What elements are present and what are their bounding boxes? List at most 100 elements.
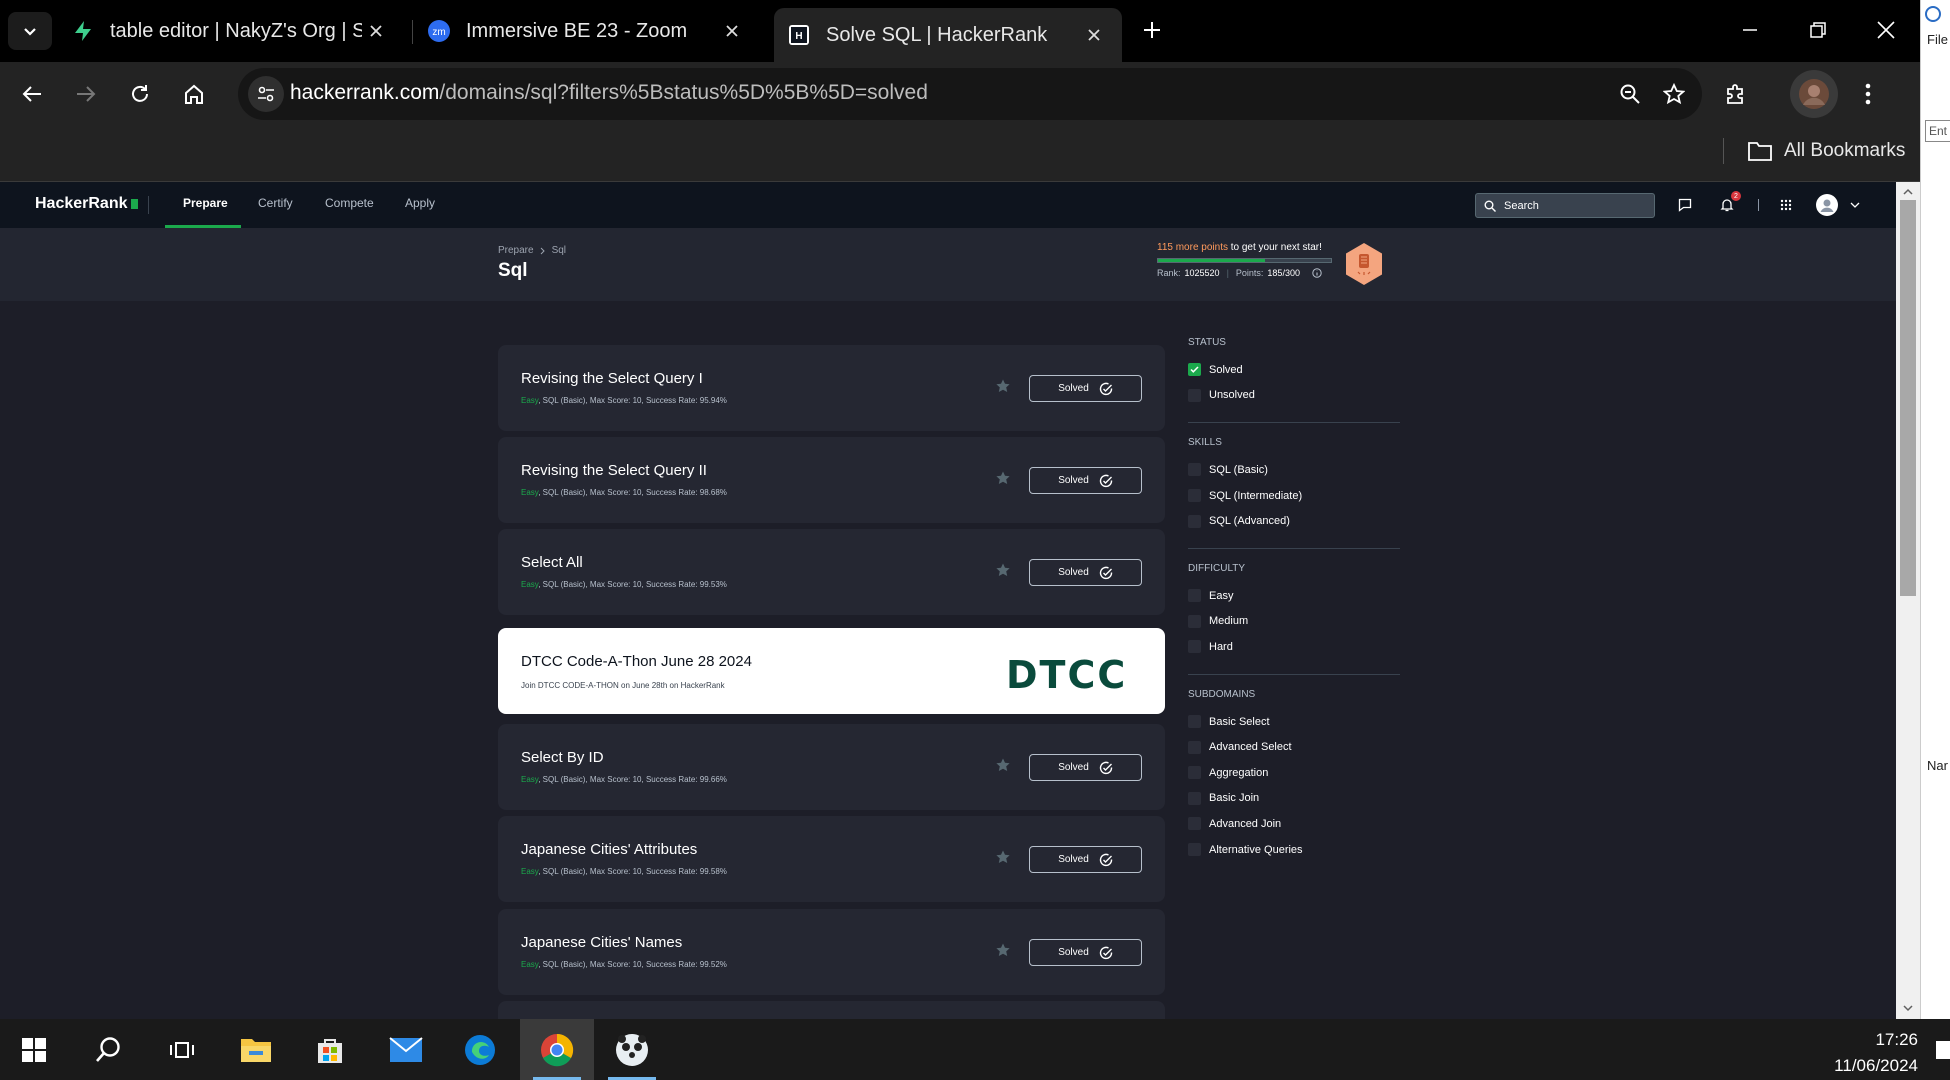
checkbox[interactable] <box>1188 817 1201 831</box>
star-icon[interactable] <box>995 942 1011 958</box>
star-icon[interactable] <box>995 849 1011 865</box>
tab-search-button[interactable] <box>8 12 52 50</box>
task-view-button[interactable] <box>152 1019 212 1080</box>
close-tab-icon[interactable] <box>718 17 746 45</box>
challenge-title[interactable]: Revising the Select Query II <box>521 462 707 479</box>
solved-button[interactable]: Solved <box>1029 846 1142 873</box>
nav-apply[interactable]: Apply <box>405 196 435 210</box>
tab-hackerrank[interactable]: H Solve SQL | HackerRank <box>774 8 1122 62</box>
apps-button[interactable] <box>1775 194 1797 216</box>
side-menu-file[interactable]: File <box>1927 32 1948 47</box>
challenge-card[interactable]: Select By ID Easy, SQL (Basic), Max Scor… <box>498 724 1165 810</box>
close-tab-icon[interactable] <box>1080 21 1108 49</box>
promo-title[interactable]: DTCC Code-A-Thon June 28 2024 <box>521 653 752 670</box>
filter-sql-intermediate[interactable]: SQL (Intermediate) <box>1188 483 1400 509</box>
mail-button[interactable] <box>376 1019 436 1080</box>
system-clock[interactable]: 17:26 11/06/2024 <box>1808 1027 1918 1079</box>
solved-button[interactable]: Solved <box>1029 467 1142 494</box>
star-icon[interactable] <box>995 470 1011 486</box>
user-menu-button[interactable] <box>1816 194 1860 216</box>
reload-button[interactable] <box>118 72 162 116</box>
challenge-title[interactable]: Select By ID <box>521 749 604 766</box>
nav-prepare[interactable]: Prepare <box>183 196 228 210</box>
address-bar[interactable]: hackerrank.com/domains/sql?filters%5Bsta… <box>238 68 1702 120</box>
profile-button[interactable] <box>1790 70 1838 118</box>
all-bookmarks-button[interactable]: All Bookmarks <box>1748 134 1905 168</box>
checkbox[interactable] <box>1188 463 1201 477</box>
promo-banner[interactable]: DTCC Code-A-Thon June 28 2024 Join DTCC … <box>498 628 1165 714</box>
filter-easy[interactable]: Easy <box>1188 583 1400 609</box>
notification-center-button[interactable] <box>1936 1041 1950 1059</box>
start-button[interactable] <box>4 1019 64 1080</box>
challenge-card-partial[interactable] <box>498 1001 1165 1019</box>
messages-button[interactable] <box>1674 194 1696 216</box>
challenge-card[interactable]: Japanese Cities' Attributes Easy, SQL (B… <box>498 816 1165 902</box>
challenge-title[interactable]: Japanese Cities' Names <box>521 934 682 951</box>
edge-button[interactable] <box>450 1019 510 1080</box>
checkbox[interactable] <box>1188 766 1201 780</box>
scrollbar-thumb[interactable] <box>1900 200 1916 596</box>
side-input[interactable]: Ent <box>1925 120 1950 142</box>
challenge-title[interactable]: Revising the Select Query I <box>521 370 703 387</box>
nav-compete[interactable]: Compete <box>325 196 374 210</box>
nav-certify[interactable]: Certify <box>258 196 293 210</box>
filter-hard[interactable]: Hard <box>1188 634 1400 660</box>
challenge-title[interactable]: Japanese Cities' Attributes <box>521 841 697 858</box>
hr-search-input[interactable] <box>1504 199 1644 212</box>
filter-basic-join[interactable]: Basic Join <box>1188 786 1400 812</box>
solved-button[interactable]: Solved <box>1029 559 1142 586</box>
challenge-card[interactable]: Select All Easy, SQL (Basic), Max Score:… <box>498 529 1165 615</box>
scroll-down-icon[interactable] <box>1902 1002 1914 1014</box>
close-tab-icon[interactable] <box>362 17 390 45</box>
checkbox[interactable] <box>1188 589 1201 603</box>
filter-solved[interactable]: Solved <box>1188 357 1400 383</box>
filter-aggregation[interactable]: Aggregation <box>1188 760 1400 786</box>
checkbox[interactable] <box>1188 740 1201 754</box>
forward-button[interactable] <box>64 72 108 116</box>
checkbox[interactable] <box>1188 791 1201 805</box>
checkbox[interactable] <box>1188 715 1201 729</box>
restore-button[interactable] <box>1784 0 1852 60</box>
minimize-button[interactable] <box>1716 0 1784 60</box>
solved-button[interactable]: Solved <box>1029 754 1142 781</box>
filter-medium[interactable]: Medium <box>1188 609 1400 635</box>
breadcrumb-prepare[interactable]: Prepare <box>498 245 534 256</box>
checkbox[interactable] <box>1188 514 1201 528</box>
info-icon[interactable] <box>1312 268 1322 278</box>
background-window[interactable]: File Ent Nar <box>1920 0 1950 1019</box>
filter-sql-advanced[interactable]: SQL (Advanced) <box>1188 508 1400 534</box>
challenge-card[interactable]: Revising the Select Query I Easy, SQL (B… <box>498 345 1165 431</box>
sql-badge-icon[interactable] <box>1344 242 1384 286</box>
zoom-button[interactable] <box>1608 72 1652 116</box>
checkbox[interactable] <box>1188 489 1201 503</box>
microsoft-store-button[interactable] <box>300 1019 360 1080</box>
home-button[interactable] <box>172 72 216 116</box>
close-window-button[interactable] <box>1852 0 1920 60</box>
tab-zoom[interactable]: zm Immersive BE 23 - Zoom <box>414 8 760 54</box>
star-icon[interactable] <box>995 562 1011 578</box>
challenge-card[interactable]: Japanese Cities' Names Easy, SQL (Basic)… <box>498 909 1165 995</box>
tab-supabase[interactable]: table editor | NakyZ's Org | Supabase <box>58 8 404 54</box>
checkbox[interactable] <box>1188 640 1201 654</box>
site-info-button[interactable] <box>248 76 284 112</box>
browser-menu-button[interactable] <box>1846 72 1890 116</box>
page-scrollbar[interactable] <box>1896 182 1920 1019</box>
new-tab-button[interactable] <box>1130 8 1174 52</box>
game-app-button[interactable] <box>602 1019 662 1080</box>
filter-basic-select[interactable]: Basic Select <box>1188 709 1400 735</box>
filter-unsolved[interactable]: Unsolved <box>1188 383 1400 409</box>
challenge-card[interactable]: Revising the Select Query II Easy, SQL (… <box>498 437 1165 523</box>
solved-button[interactable]: Solved <box>1029 375 1142 402</box>
bookmark-star-button[interactable] <box>1652 72 1696 116</box>
hr-search-box[interactable] <box>1475 193 1655 218</box>
checkbox-checked[interactable] <box>1188 363 1201 377</box>
filter-sql-basic[interactable]: SQL (Basic) <box>1188 457 1400 483</box>
extensions-button[interactable] <box>1714 72 1758 116</box>
challenge-title[interactable]: Select All <box>521 554 583 571</box>
taskbar-search-button[interactable] <box>78 1019 138 1080</box>
scroll-up-icon[interactable] <box>1902 186 1914 198</box>
file-explorer-button[interactable] <box>226 1019 286 1080</box>
checkbox[interactable] <box>1188 614 1201 628</box>
checkbox[interactable] <box>1188 388 1201 402</box>
star-icon[interactable] <box>995 757 1011 773</box>
